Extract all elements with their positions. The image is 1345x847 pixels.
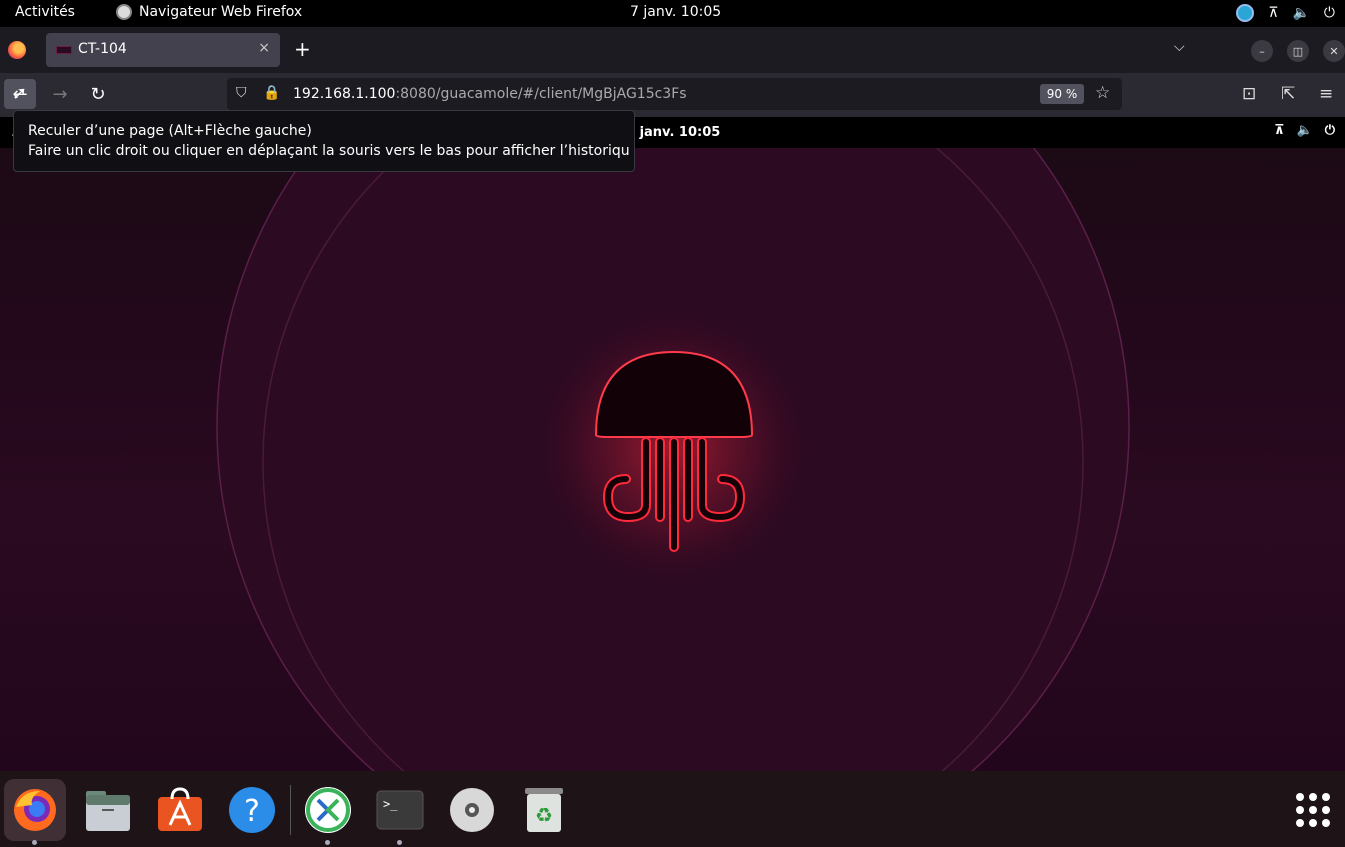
extensions-icon[interactable]: ⇱ — [1281, 84, 1295, 104]
url-path: :8080/guacamole/#/client/MgBjAG15c3Fs — [395, 86, 687, 102]
dock-help[interactable]: ? — [221, 779, 283, 841]
close-window-button[interactable]: ✕ — [1323, 40, 1345, 62]
dock-remmina[interactable] — [297, 779, 359, 845]
show-applications-grid-icon[interactable] — [1296, 793, 1330, 827]
remote-app-indicator-icon[interactable] — [1236, 4, 1255, 22]
bookmark-star-icon[interactable]: ☆ — [1095, 83, 1110, 103]
restore-button[interactable]: ◫ — [1287, 40, 1309, 62]
insecure-lock-icon[interactable]: 🔒 — [263, 85, 280, 101]
svg-text:>_: >_ — [383, 797, 398, 811]
forward-button[interactable]: → — [44, 79, 76, 109]
tab-favicon-icon — [56, 46, 72, 54]
dock-files[interactable] — [77, 779, 139, 841]
tab-strip: CT-104 × + ⌵ – ◫ ✕ — [0, 27, 1345, 73]
dock-firefox[interactable] — [4, 779, 66, 845]
volume-icon: 🔈 — [1292, 5, 1310, 21]
dock-separator — [290, 785, 291, 835]
app-menu-label: Navigateur Web Firefox — [139, 4, 303, 20]
remote-system-tray[interactable]: ⊼ 🔈 ⏻ — [1274, 123, 1335, 138]
running-indicator — [397, 840, 402, 845]
tracking-shield-icon[interactable]: ⛉ — [236, 85, 247, 101]
tab-ct-104[interactable]: CT-104 × — [46, 33, 280, 67]
svg-text:?: ? — [244, 794, 260, 829]
remote-network-icon: ⊼ — [1273, 123, 1285, 138]
dock: ? >_ ♻ — [0, 771, 1345, 847]
app-menu[interactable]: Navigateur Web Firefox — [116, 4, 302, 20]
terminal-icon: >_ — [376, 790, 424, 830]
pocket-icon[interactable]: ⊡ — [1242, 84, 1256, 104]
reload-button[interactable]: ↻ — [82, 79, 114, 109]
tab-close-icon[interactable]: × — [258, 40, 270, 56]
app-center-bag-icon — [158, 787, 202, 831]
power-icon: ⏻ — [1323, 5, 1335, 21]
running-indicator — [325, 840, 330, 845]
url-bar[interactable]: ⛉ 🔒 192.168.1.100:8080/guacamole/#/clien… — [227, 78, 1122, 110]
dock-trash[interactable]: ♻ — [513, 779, 575, 841]
activities-button[interactable]: Activités — [15, 4, 75, 20]
remote-desktop-view[interactable]: Ac 7 janv. 10:05 ⊼ 🔈 ⏻ — [0, 117, 1345, 771]
remote-desktop-client-icon — [305, 787, 351, 833]
firefox-icon — [116, 4, 132, 20]
firefox-icon — [14, 789, 56, 831]
files-folder-icon — [86, 791, 130, 831]
optical-disc-icon — [450, 788, 494, 832]
gnome-top-bar: Activités Navigateur Web Firefox 7 janv.… — [0, 0, 1345, 27]
firefox-logo-icon[interactable] — [8, 41, 26, 59]
tooltip-line-1: Reculer d’une page (Alt+Flèche gauche) — [28, 123, 312, 139]
back-button-tooltip: Reculer d’une page (Alt+Flèche gauche) F… — [13, 110, 635, 172]
zoom-badge[interactable]: 90 % — [1040, 84, 1084, 104]
minimize-button[interactable]: – — [1251, 40, 1273, 62]
mouse-cursor-icon: ➚ — [12, 83, 28, 104]
list-all-tabs-chevron-icon[interactable]: ⌵ — [1174, 39, 1185, 55]
trash-recycle-icon: ♻ — [525, 788, 563, 832]
svg-text:♻: ♻ — [535, 803, 553, 827]
help-question-icon: ? — [229, 787, 275, 833]
system-tray[interactable]: ⊼ 🔈 ⏻ — [1236, 4, 1335, 22]
dock-disc[interactable] — [441, 779, 503, 841]
remote-clock[interactable]: 7 janv. 10:05 — [626, 125, 720, 140]
tab-title: CT-104 — [78, 41, 127, 57]
remote-power-icon: ⏻ — [1324, 123, 1335, 138]
url-host: 192.168.1.100 — [293, 86, 396, 102]
clock[interactable]: 7 janv. 10:05 — [630, 4, 721, 20]
app-menu-hamburger-icon[interactable]: ≡ — [1319, 84, 1333, 104]
tooltip-line-2: Faire un clic droit ou cliquer en déplaç… — [28, 143, 630, 159]
remote-volume-icon: 🔈 — [1296, 123, 1313, 138]
dock-software[interactable] — [149, 779, 211, 841]
running-indicator — [32, 840, 37, 845]
url-text[interactable]: 192.168.1.100:8080/guacamole/#/client/Mg… — [293, 86, 687, 102]
network-icon: ⊼ — [1268, 5, 1279, 21]
dock-terminal[interactable]: >_ — [369, 779, 431, 845]
wallpaper — [216, 117, 1130, 771]
new-tab-button[interactable]: + — [294, 37, 311, 61]
